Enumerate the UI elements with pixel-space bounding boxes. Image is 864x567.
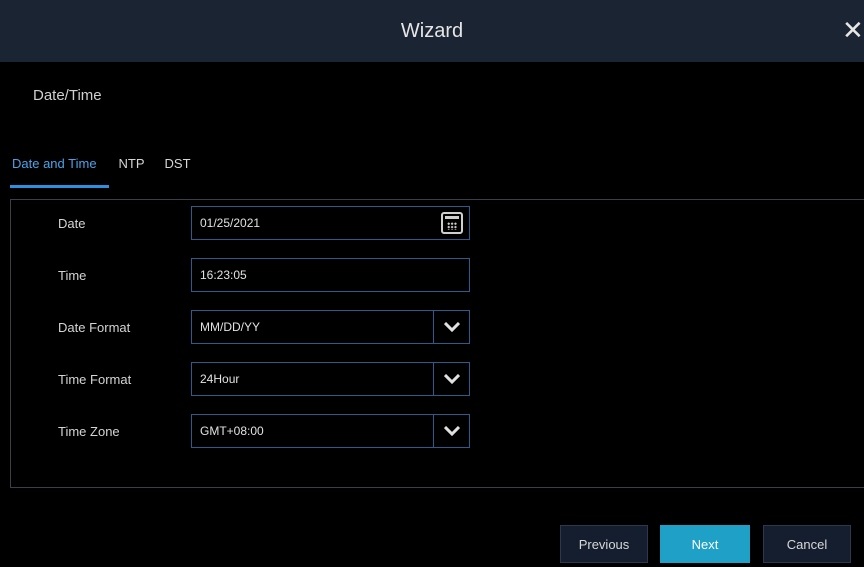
time-field[interactable]: 16:23:05 (191, 258, 470, 292)
date-format-value: MM/DD/YY (200, 320, 260, 334)
time-label: Time (58, 268, 87, 283)
date-value: 01/25/2021 (200, 216, 261, 230)
date-row: Date 01/25/2021 (11, 206, 864, 240)
section-title: Date/Time (33, 87, 102, 104)
time-zone-value: GMT+08:00 (200, 424, 264, 438)
time-value: 16:23:05 (200, 268, 247, 282)
title-bar: Wizard ✕ (0, 0, 864, 62)
tab-ntp[interactable]: NTP (109, 150, 155, 188)
tab-dst[interactable]: DST (155, 150, 201, 188)
tab-date-and-time[interactable]: Date and Time (10, 150, 109, 188)
time-format-select[interactable]: 24Hour (191, 362, 470, 396)
chevron-down-icon[interactable] (433, 415, 469, 447)
next-button[interactable]: Next (660, 525, 750, 563)
date-field[interactable]: 01/25/2021 (191, 206, 470, 240)
time-zone-select[interactable]: GMT+08:00 (191, 414, 470, 448)
time-format-label: Time Format (58, 372, 132, 387)
date-format-label: Date Format (58, 320, 131, 335)
date-format-select[interactable]: MM/DD/YY (191, 310, 470, 344)
calendar-icon[interactable] (441, 212, 463, 234)
date-time-panel: Date 01/25/2021 Time 16:23:05 Date Forma… (10, 199, 864, 488)
chevron-down-icon[interactable] (433, 311, 469, 343)
date-label: Date (58, 216, 86, 231)
tab-bar: Date and Time NTP DST (10, 150, 201, 188)
time-format-row: Time Format 24Hour (11, 362, 864, 396)
time-row: Time 16:23:05 (11, 258, 864, 292)
time-zone-label: Time Zone (58, 424, 120, 439)
close-icon[interactable]: ✕ (842, 16, 864, 44)
time-zone-row: Time Zone GMT+08:00 (11, 414, 864, 448)
date-format-row: Date Format MM/DD/YY (11, 310, 864, 344)
cancel-button[interactable]: Cancel (763, 525, 851, 563)
window-title: Wizard (400, 19, 464, 42)
chevron-down-icon[interactable] (433, 363, 469, 395)
time-format-value: 24Hour (200, 372, 240, 386)
previous-button[interactable]: Previous (560, 525, 648, 563)
